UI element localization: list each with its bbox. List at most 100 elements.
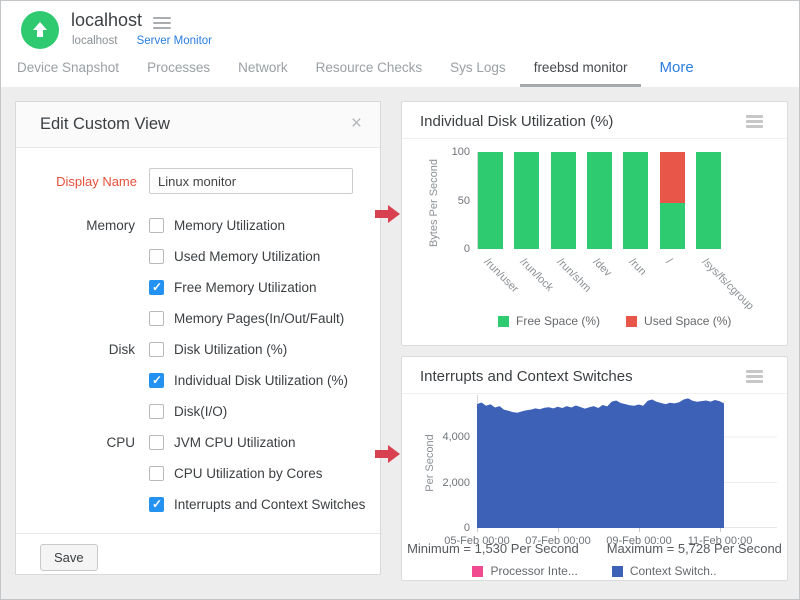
metric-option-row: CPU Utilization by Cores — [16, 458, 380, 489]
save-button[interactable]: Save — [40, 544, 98, 571]
option-label: Interrupts and Context Switches — [174, 497, 365, 512]
used-space-segment — [660, 152, 685, 203]
disk-bar--run-lock — [514, 152, 539, 249]
metric-option-row: Free Memory Utilization — [16, 272, 380, 303]
dialog-header: Edit Custom View × — [16, 102, 380, 148]
ics-xtick-mark — [720, 528, 721, 532]
disk-bar--run-user — [478, 152, 503, 249]
metric-groups: MemoryMemory Utilization Used Memory Util… — [16, 210, 380, 520]
disk-bar-- — [660, 152, 685, 249]
metric-option-row: MemoryMemory Utilization — [16, 210, 380, 241]
legend-item-free-space-[interactable]: Free Space (%) — [498, 314, 600, 328]
monitor-status-icon — [21, 11, 59, 49]
ics-area-svg — [477, 395, 777, 528]
option-label: Used Memory Utilization — [174, 249, 320, 264]
checkbox-jvm-cpu-utilization[interactable] — [149, 435, 164, 450]
disk-chart-plot — [477, 152, 730, 249]
ics-ytick: 0 — [430, 522, 470, 534]
breadcrumb-server-monitor-link[interactable]: Server Monitor — [137, 35, 212, 47]
breadcrumb-host: localhost — [72, 35, 117, 47]
checkbox-disk-i-o-[interactable] — [149, 404, 164, 419]
dialog-title: Edit Custom View — [40, 115, 170, 134]
ics-ytick: 4,000 — [430, 431, 470, 443]
interrupts-context-switches-panel: Interrupts and Context Switches Per Seco… — [401, 356, 788, 581]
disk-bar--sys-fs-cgroup — [696, 152, 721, 249]
ics-ytick: 2,000 — [430, 477, 470, 489]
checkbox-used-memory-utilization[interactable] — [149, 249, 164, 264]
tab-more[interactable]: More — [641, 53, 707, 87]
checkbox-interrupts-and-context-switches[interactable] — [149, 497, 164, 512]
tab-freebsd-monitor[interactable]: freebsd monitor — [520, 53, 642, 87]
ics-chart-plot — [477, 395, 777, 528]
group-label-memory: Memory — [16, 218, 149, 233]
free-space-segment — [696, 152, 721, 249]
page-title: localhost — [71, 10, 142, 31]
free-space-segment — [478, 152, 503, 249]
close-icon[interactable]: × — [351, 113, 362, 135]
ics-xtick-mark — [558, 528, 559, 532]
option-label: Memory Pages(In/Out/Fault) — [174, 311, 344, 326]
option-label: Individual Disk Utilization (%) — [174, 373, 348, 388]
disk-chart-title: Individual Disk Utilization (%) — [420, 113, 613, 130]
tab-network[interactable]: Network — [224, 53, 302, 87]
disk-bar--dev — [587, 152, 612, 249]
ics-chart-ylabel: Per Second — [424, 413, 436, 513]
ics-xtick-mark — [477, 528, 478, 532]
free-space-segment — [660, 203, 685, 249]
legend-swatch-icon — [626, 316, 637, 327]
ics-chart-summary: Minimum = 1,530 Per Second Maximum = 5,7… — [402, 541, 787, 556]
disk-ytick: 0 — [430, 243, 470, 255]
group-label-disk: Disk — [16, 342, 149, 357]
legend-item-used-space-[interactable]: Used Space (%) — [626, 314, 731, 328]
option-label: CPU Utilization by Cores — [174, 466, 323, 481]
legend-item-processor-inte-[interactable]: Processor Inte... — [472, 564, 577, 578]
option-label: JVM CPU Utilization — [174, 435, 296, 450]
metric-option-row: Disk(I/O) — [16, 396, 380, 427]
option-label: Disk(I/O) — [174, 404, 227, 419]
checkbox-free-memory-utilization[interactable] — [149, 280, 164, 295]
checkbox-memory-utilization[interactable] — [149, 218, 164, 233]
chart-options-hamburger-icon[interactable] — [746, 115, 763, 127]
legend-label: Used Space (%) — [644, 314, 731, 328]
tab-sys-logs[interactable]: Sys Logs — [436, 53, 520, 87]
free-space-segment — [587, 152, 612, 249]
up-arrow-stem — [37, 29, 43, 37]
disk-category-label: /run/user — [482, 256, 521, 295]
group-label-cpu: CPU — [16, 435, 149, 450]
metric-option-row: Disk Disk Utilization (%) — [16, 334, 380, 365]
display-name-label: Display Name — [16, 174, 149, 189]
legend-item-context-switch-[interactable]: Context Switch.. — [612, 564, 717, 578]
disk-ytick: 100 — [430, 146, 470, 158]
disk-category-label: /run/shm — [554, 256, 593, 295]
legend-swatch-icon — [498, 316, 509, 327]
option-label: Free Memory Utilization — [174, 280, 317, 295]
disk-bar--run — [623, 152, 648, 249]
disk-category-label: /sys/fs/cgroup — [699, 256, 755, 312]
nav-tabs: Device SnapshotProcessesNetworkResource … — [1, 53, 799, 87]
edit-custom-view-dialog: Edit Custom View × Display Name MemoryMe… — [15, 101, 381, 575]
checkbox-memory-pages-in-out-fault-[interactable] — [149, 311, 164, 326]
free-space-segment — [551, 152, 576, 249]
metric-option-row: Interrupts and Context Switches — [16, 489, 380, 520]
disk-bar--run-shm — [551, 152, 576, 249]
display-name-input[interactable] — [149, 168, 353, 194]
tab-device-snapshot[interactable]: Device Snapshot — [1, 53, 133, 87]
disk-category-label: /run/lock — [518, 256, 556, 294]
maximum-value: Maximum = 5,728 Per Second — [607, 541, 782, 556]
pointer-arrow-disk-chart — [375, 205, 401, 223]
hamburger-menu-icon[interactable] — [153, 17, 171, 29]
metric-option-row: CPU JVM CPU Utilization — [16, 427, 380, 458]
option-label: Disk Utilization (%) — [174, 342, 287, 357]
display-name-row: Display Name — [16, 166, 380, 196]
legend-label: Context Switch.. — [630, 564, 717, 578]
dialog-footer: Save — [16, 534, 380, 571]
legend-swatch-icon — [612, 566, 623, 577]
tab-resource-checks[interactable]: Resource Checks — [302, 53, 437, 87]
disk-category-label: / — [663, 256, 674, 267]
checkbox-cpu-utilization-by-cores[interactable] — [149, 466, 164, 481]
tab-processes[interactable]: Processes — [133, 53, 224, 87]
chart-options-hamburger-icon[interactable] — [746, 370, 763, 382]
free-space-segment — [623, 152, 648, 249]
checkbox-individual-disk-utilization-[interactable] — [149, 373, 164, 388]
checkbox-disk-utilization-[interactable] — [149, 342, 164, 357]
